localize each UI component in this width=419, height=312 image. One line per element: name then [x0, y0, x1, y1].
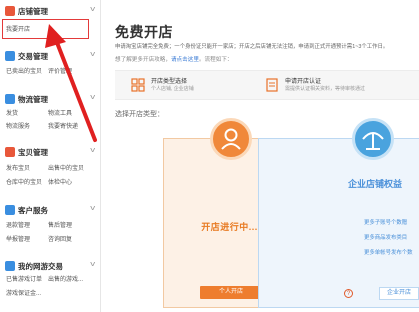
step-select-type: 开店类型选择 个人店铺, 企业店铺	[131, 75, 251, 97]
personal-store-button[interactable]: 个人开店	[200, 286, 262, 299]
sidebar-item-game-orders[interactable]: 已售游戏订单	[6, 274, 42, 283]
benefit-line: 更多商品发布类目	[364, 235, 408, 241]
store-icon	[5, 6, 15, 16]
chevron-down-icon[interactable]: v	[90, 261, 95, 268]
sidebar-item-health-check[interactable]: 体检中心	[48, 177, 72, 186]
sidebar-item-game-deposit[interactable]: 游戏保证金...	[6, 288, 41, 297]
chevron-down-icon[interactable]: v	[90, 6, 95, 13]
guide-note-prefix: 想了解更多开店攻略，	[115, 57, 171, 63]
sidebar-item-after-sales[interactable]: 售后管理	[48, 220, 72, 229]
benefit-line: 更多单帐号发布个数	[364, 250, 413, 256]
step-title: 申请开店认证	[285, 79, 322, 85]
corporate-benefits-title: 企业店铺权益	[348, 179, 403, 189]
sidebar-section-title: 店铺管理	[18, 6, 48, 16]
corporate-benefits-list: 更多子账号个数赠 更多商品发布类目 更多单帐号发布个数	[364, 218, 413, 263]
chevron-down-icon[interactable]: v	[90, 147, 95, 154]
benefit-line: 更多子账号个数赠	[364, 220, 408, 226]
sidebar-item-send-express[interactable]: 我要寄快递	[48, 121, 78, 130]
truck-icon	[5, 94, 15, 104]
sidebar-section-header[interactable]: 交易管理	[5, 50, 48, 62]
person-icon	[210, 118, 252, 160]
sidebar-item-logistics-service[interactable]: 物流服务	[6, 121, 30, 130]
sidebar-item-goods-in-warehouse[interactable]: 仓库中的宝贝	[6, 177, 42, 186]
sidebar-section-header[interactable]: 客户服务	[5, 204, 48, 216]
guide-note-suffix: 。流程如下：	[198, 57, 233, 63]
sidebar: 店铺管理 v 我要开店 交易管理 v 已卖出的宝贝 评价管理 物流管理 v 发货…	[0, 0, 101, 312]
sidebar-item-ship[interactable]: 发货	[6, 108, 18, 117]
grid-icon	[131, 78, 145, 92]
guide-link[interactable]: 请点击这里	[171, 57, 199, 63]
game-icon	[5, 261, 15, 271]
process-steps: 开店类型选择 个人店铺, 企业店铺 申请开店认证 需提供认证相关资料，等待审核通…	[115, 70, 419, 100]
sidebar-section-game-trade: 我的网游交易 v 已售游戏订单 出售的游戏... 游戏保证金...	[0, 260, 100, 305]
sidebar-section-header[interactable]: 宝贝管理	[5, 146, 48, 158]
chevron-down-icon[interactable]: v	[90, 205, 95, 212]
sidebar-section-goods: 宝贝管理 v 发布宝贝 出售中的宝贝 仓库中的宝贝 体检中心	[0, 146, 100, 186]
sidebar-item-open-store[interactable]: 我要开店	[6, 24, 30, 33]
step-desc: 需提供认证相关资料，等待审核通过	[285, 86, 366, 92]
sidebar-section-header[interactable]: 店铺管理	[5, 5, 48, 17]
sidebar-section-logistics: 物流管理 v 发货 物流工具 物流服务 我要寄快递	[0, 93, 100, 131]
sidebar-section-title: 宝贝管理	[18, 147, 48, 157]
step-title: 开店类型选择	[151, 79, 188, 85]
sidebar-item-reports[interactable]: 举报管理	[6, 234, 30, 243]
sidebar-section-header[interactable]: 物流管理	[5, 93, 48, 105]
intro-note: 申请淘宝店铺完全免费；一个身份证只能开一家店；开店之后店铺无法注销，申请到正式开…	[115, 44, 389, 50]
sidebar-item-game-sale[interactable]: 出售的游戏...	[48, 274, 83, 283]
sidebar-section-header[interactable]: 我的网游交易	[5, 260, 63, 272]
sidebar-item-inquiries[interactable]: 咨询回复	[48, 234, 72, 243]
sidebar-item-logistics-tools[interactable]: 物流工具	[48, 108, 72, 117]
document-icon	[266, 78, 278, 92]
sidebar-section-store: 店铺管理 v 我要开店	[0, 5, 100, 40]
corporate-store-button[interactable]: 企业开店	[379, 287, 419, 300]
sidebar-section-title: 物流管理	[18, 94, 48, 104]
goods-icon	[5, 147, 15, 157]
sidebar-item-refunds[interactable]: 退款管理	[6, 220, 30, 229]
sidebar-item-goods-on-sale[interactable]: 出售中的宝贝	[48, 163, 84, 172]
choose-type-label: 选择开店类型：	[115, 111, 164, 118]
chevron-down-icon[interactable]: v	[90, 94, 95, 101]
sidebar-item-reviews[interactable]: 评价管理	[48, 66, 72, 75]
sidebar-item-sold-goods[interactable]: 已卖出的宝贝	[6, 66, 42, 75]
trade-icon	[5, 51, 15, 61]
service-icon	[5, 205, 15, 215]
sidebar-section-title: 客户服务	[18, 205, 48, 215]
sidebar-section-title: 我的网游交易	[18, 261, 63, 271]
chevron-down-icon[interactable]: v	[90, 51, 95, 58]
corporate-store-card[interactable]: 企业店铺权益 更多子账号个数赠 更多商品发布类目 更多单帐号发布个数 ? 企业开…	[258, 118, 419, 308]
sidebar-section-customer-service: 客户服务 v 退款管理 售后管理 举报管理 咨询回复	[0, 204, 100, 244]
corporate-icon	[352, 118, 394, 160]
sidebar-section-title: 交易管理	[18, 51, 48, 61]
help-icon[interactable]: ?	[344, 289, 353, 298]
guide-note: 想了解更多开店攻略，请点击这里。流程如下：	[115, 55, 233, 63]
step-desc: 个人店铺, 企业店铺	[151, 86, 194, 92]
sidebar-item-publish-goods[interactable]: 发布宝贝	[6, 163, 30, 172]
sidebar-section-trade: 交易管理 v 已卖出的宝贝 评价管理	[0, 50, 100, 80]
page-title: 免费开店	[115, 24, 173, 40]
step-certification: 申请开店认证 需提供认证相关资料，等待审核通过	[265, 75, 415, 97]
